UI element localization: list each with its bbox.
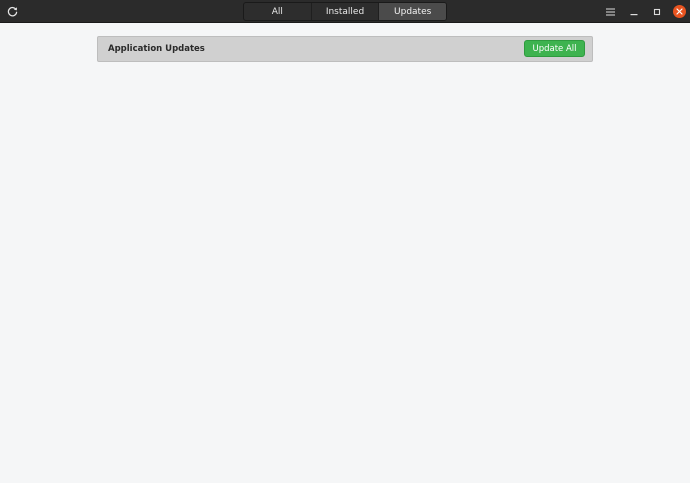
tab-all[interactable]: All xyxy=(244,3,312,20)
tab-updates[interactable]: Updates xyxy=(379,3,446,20)
panel-title: Application Updates xyxy=(108,44,205,54)
view-switcher: All Installed Updates xyxy=(243,2,447,21)
refresh-icon xyxy=(7,7,18,17)
update-all-button[interactable]: Update All xyxy=(524,40,585,57)
header-bar: All Installed Updates xyxy=(0,0,690,23)
minimize-icon xyxy=(630,13,637,15)
window-controls xyxy=(596,3,686,20)
menu-button[interactable] xyxy=(602,3,619,20)
hamburger-menu-icon xyxy=(606,8,615,15)
close-icon xyxy=(676,8,683,15)
minimize-button[interactable] xyxy=(625,3,642,20)
maximize-icon xyxy=(653,8,660,15)
close-button[interactable] xyxy=(673,5,686,18)
refresh-button[interactable] xyxy=(3,2,22,21)
updates-panel: Application Updates Update All xyxy=(97,36,593,62)
tab-installed[interactable]: Installed xyxy=(312,3,380,20)
maximize-button[interactable] xyxy=(648,3,665,20)
